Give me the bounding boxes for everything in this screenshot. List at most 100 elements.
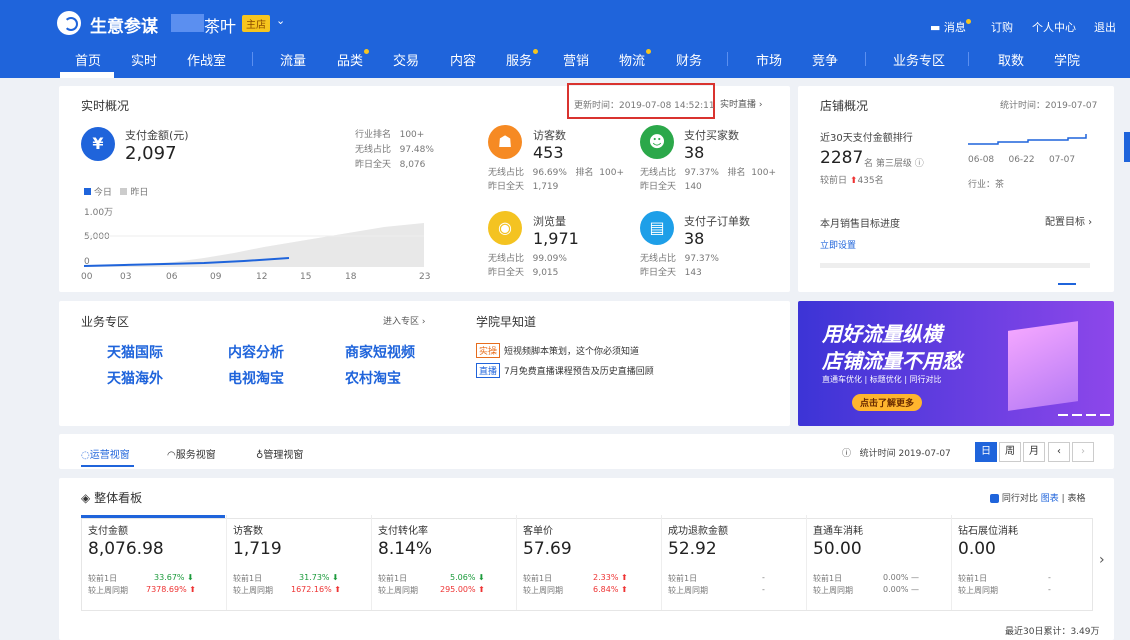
board-title: ◈ 整体看板 bbox=[81, 491, 143, 505]
nav-item-content[interactable]: 内容 bbox=[450, 50, 476, 69]
industry-label: 行业：茶 bbox=[968, 180, 1005, 190]
nav-item-business-zone[interactable]: 业务专区 bbox=[893, 50, 945, 69]
info-icon: ⓘ bbox=[842, 449, 852, 459]
order-link[interactable]: 订购 bbox=[991, 19, 1013, 35]
banner-pagination[interactable] bbox=[1058, 414, 1112, 416]
suborders-value: 38 bbox=[684, 229, 705, 248]
biz-link-short-video[interactable]: 商家短视频 bbox=[345, 342, 415, 362]
nav-dot bbox=[533, 49, 539, 54]
nav-item-traffic[interactable]: 流量 bbox=[280, 50, 306, 69]
layers-icon: ◈ bbox=[81, 491, 91, 505]
next-arrow-icon[interactable]: › bbox=[1072, 442, 1094, 462]
order-icon: ▤ bbox=[640, 211, 674, 245]
store-badge: 主店 bbox=[242, 15, 270, 32]
logout-link[interactable]: 退出 bbox=[1094, 19, 1116, 35]
setup-now-link[interactable]: 立即设置 bbox=[820, 238, 856, 251]
nav-item-competition[interactable]: 竞争 bbox=[812, 50, 838, 69]
realtime-trend-chart bbox=[84, 223, 424, 267]
metric-card-pay[interactable]: 支付金额 8,076.98 较前1日 33.67% ⬇ 较上周同期 7378.69% … bbox=[82, 515, 227, 610]
enter-zone-link[interactable]: 进入专区 › bbox=[383, 314, 425, 327]
message-link[interactable]: ▬ 消息 bbox=[930, 19, 971, 35]
configure-goal-link[interactable]: 配置目标 › bbox=[1045, 213, 1092, 228]
user-center-link[interactable]: 个人中心 bbox=[1032, 19, 1076, 35]
metric-card-refund[interactable]: 成功退款金额 52.92 较前1日 - 较上周同期 - bbox=[662, 515, 807, 610]
metric-card-ztc-spend[interactable]: 直通车消耗 50.00 较前1日 0.00% — 较上周同期 0.00% — bbox=[807, 515, 952, 610]
period-month-button[interactable]: 月 bbox=[1023, 442, 1045, 462]
realtime-title: 实时概况 bbox=[81, 99, 130, 113]
biz-link-tmall-intl[interactable]: 天猫国际 bbox=[107, 342, 163, 362]
building-illustration bbox=[1008, 321, 1078, 411]
period-week-button[interactable]: 周 bbox=[999, 442, 1021, 462]
message-icon: ▬ bbox=[930, 21, 941, 34]
tab-management[interactable]: ♁管理视窗 bbox=[256, 446, 303, 461]
headset-icon: ◠ bbox=[167, 450, 176, 461]
nav-item-trade[interactable]: 交易 bbox=[393, 50, 419, 69]
notification-dot bbox=[965, 19, 971, 24]
tab-active-underline bbox=[81, 465, 134, 467]
shop-panel bbox=[798, 86, 1114, 292]
chevron-right-icon[interactable]: › bbox=[1099, 552, 1105, 568]
eye-icon: ◉ bbox=[488, 211, 522, 245]
pay-amount-label: 支付金额(元) bbox=[125, 129, 189, 142]
tabs-stat-time: ⓘ 统计时间 2019-07-07 bbox=[842, 449, 951, 459]
banner-tagline: 直通车优化 | 标题优化 | 同行对比 bbox=[822, 375, 942, 384]
shop-stat-time: 统计时间：2019-07-07 bbox=[1000, 101, 1098, 111]
nav-item-warroom[interactable]: 作战室 bbox=[187, 50, 226, 69]
buyers-stats: 无线占比 97.37% 排名 100+ 昨日全天 140 bbox=[640, 168, 777, 192]
nav-item-home[interactable]: 首页 bbox=[75, 50, 101, 69]
pay-amount-value: 2,097 bbox=[125, 143, 177, 164]
chevron-right-icon: › bbox=[758, 100, 763, 110]
nav-item-service[interactable]: 服务 bbox=[506, 49, 539, 69]
nav-item-data-fetch[interactable]: 取数 bbox=[998, 50, 1024, 69]
nav-dot bbox=[364, 49, 370, 54]
pageviews-stats: 无线占比 99.09% 昨日全天 9,015 bbox=[488, 254, 567, 278]
visitors-label: 访客数 bbox=[533, 129, 566, 142]
metric-card-diamond-spend[interactable]: 钻石展位消耗 0.00 较前1日 - 较上周同期 - bbox=[952, 515, 1097, 610]
live-link[interactable]: 实时直播 › bbox=[720, 97, 763, 110]
nav-item-finance[interactable]: 财务 bbox=[676, 50, 702, 69]
period-day-button[interactable]: 日 bbox=[975, 442, 997, 462]
tab-operations[interactable]: ◌运营视窗 bbox=[81, 446, 130, 461]
biz-link-tv-taobao[interactable]: 电视淘宝 bbox=[228, 368, 284, 388]
shop-title: 店铺概况 bbox=[820, 99, 869, 113]
prev-arrow-icon[interactable]: ‹ bbox=[1048, 442, 1070, 462]
board-footer: 最近30日累计：3.49万 bbox=[1005, 627, 1100, 637]
academy-item[interactable]: 直播 7月免费直播课程预告及历史直播回顾 bbox=[476, 363, 654, 378]
nav-item-market[interactable]: 市场 bbox=[756, 50, 782, 69]
pay-stats: 行业排名 100+ 无线占比 97.48% 昨日全天 8,076 bbox=[355, 130, 434, 170]
banner-subheadline: 店铺流量不用愁 bbox=[822, 349, 962, 373]
rank-compare: 较前日 ⬆435名 bbox=[820, 176, 884, 186]
nav-item-realtime[interactable]: 实时 bbox=[131, 50, 157, 69]
nav-item-academy[interactable]: 学院 bbox=[1054, 50, 1080, 69]
metric-card-visitors[interactable]: 访客数 1,719 较前1日 31.73% ⬇ 较上周同期 1672.16% ⬆ bbox=[227, 515, 372, 610]
banner-headline: 用好流量纵横 bbox=[822, 322, 942, 346]
peer-compare-toggle[interactable]: 同行对比 图表 | 表格 bbox=[990, 491, 1086, 504]
biz-link-rural-taobao[interactable]: 农村淘宝 bbox=[345, 368, 401, 388]
side-toolbar[interactable] bbox=[1124, 132, 1130, 162]
nav-divider bbox=[727, 52, 728, 66]
chevron-down-icon[interactable]: ⌄ bbox=[276, 14, 285, 27]
buyers-label: 支付买家数 bbox=[684, 129, 739, 142]
logo-icon[interactable] bbox=[57, 11, 81, 35]
banner-cta-button[interactable]: 点击了解更多 bbox=[852, 394, 923, 411]
view-tabs-bar bbox=[59, 434, 1114, 469]
biz-link-tmall-overseas[interactable]: 天猫海外 bbox=[107, 368, 163, 388]
metric-card-avg-order[interactable]: 客单价 57.69 较前1日 2.33% ⬆ 较上周同期 6.84% ⬆ bbox=[517, 515, 662, 610]
nav-item-logistics[interactable]: 物流 bbox=[619, 49, 652, 69]
chart-legend: 今日 昨日 bbox=[84, 185, 148, 198]
academy-item[interactable]: 实操 短视频脚本策划，这个你必须知道 bbox=[476, 343, 639, 358]
rank-level: 名 第三层级 ⓘ bbox=[864, 159, 924, 169]
brand-title: 生意参谋 bbox=[90, 17, 158, 37]
nav-divider bbox=[252, 52, 253, 66]
biz-title: 业务专区 bbox=[81, 315, 130, 329]
nav-item-marketing[interactable]: 营销 bbox=[563, 50, 589, 69]
nav-item-category[interactable]: 品类 bbox=[337, 49, 370, 69]
metric-card-conversion[interactable]: 支付转化率 8.14% 较前1日 5.06% ⬇ 较上周同期 295.00% ⬆ bbox=[372, 515, 517, 610]
tab-service[interactable]: ◠服务视窗 bbox=[167, 446, 216, 461]
update-time: 更新时间：2019-07-08 14:52:11 bbox=[574, 101, 715, 111]
nav-active-indicator bbox=[60, 72, 114, 78]
biz-link-content-analysis[interactable]: 内容分析 bbox=[228, 342, 284, 362]
buyers-value: 38 bbox=[684, 143, 705, 162]
suborders-label: 支付子订单数 bbox=[684, 215, 750, 228]
carousel-indicator[interactable] bbox=[1058, 283, 1076, 285]
